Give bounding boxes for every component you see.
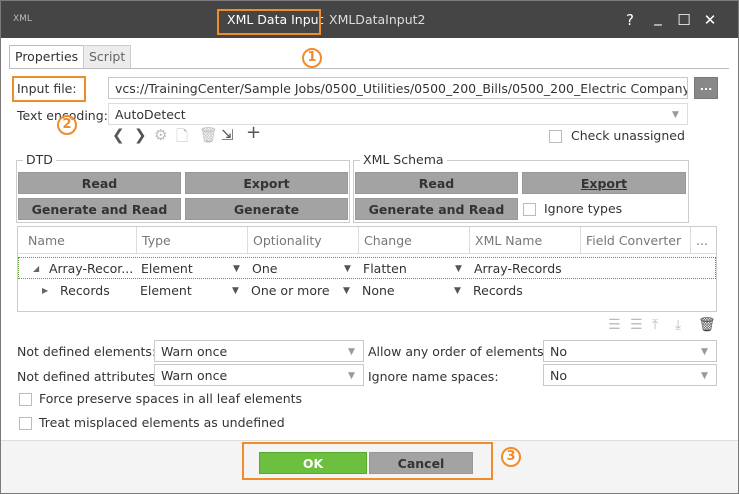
chevron-down-icon: ▼ — [348, 347, 355, 357]
table-row[interactable]: ◢ Array-Recor... Element ▼ One ▼ Flatten… — [18, 257, 716, 279]
not-defined-attributes-label: Not defined attributes: — [17, 369, 160, 384]
ignore-types-label: Ignore types — [544, 201, 623, 216]
move-down-icon[interactable]: ⤓ — [675, 317, 681, 333]
col-field-converter[interactable]: Field Converter — [586, 233, 681, 248]
col-optionality[interactable]: Optionality — [253, 233, 322, 248]
row-optionality: One — [252, 261, 278, 276]
tab-script[interactable]: Script — [83, 45, 132, 69]
chevron-down-icon: ▼ — [672, 110, 679, 120]
structure-grid[interactable]: Name Type Optionality Change XML Name Fi… — [17, 226, 717, 312]
chevron-down-icon: ▼ — [701, 347, 708, 357]
title-bar[interactable]: XML XML Data Input XMLDataInput2 ? _ ☐ ✕ — [1, 1, 738, 38]
schema-generate-and-read-button[interactable]: Generate and Read — [355, 198, 518, 220]
chevron-down-icon[interactable]: ▼ — [454, 286, 461, 296]
window-subtitle: XMLDataInput2 — [329, 12, 426, 27]
minimize-button[interactable]: _ — [647, 9, 669, 31]
xml-schema-title: XML Schema — [360, 152, 447, 167]
row-type: Element — [141, 261, 193, 276]
dtd-export-button[interactable]: Export — [185, 172, 348, 194]
row-xml-name: Records — [473, 283, 523, 298]
tab-divider — [9, 68, 729, 69]
settings-icon[interactable]: ⚙ — [154, 126, 167, 144]
document-icon[interactable]: 🗋 — [176, 126, 188, 151]
xml-data-input-dialog: XML XML Data Input XMLDataInput2 ? _ ☐ ✕… — [0, 0, 739, 494]
forward-icon[interactable]: ❯ — [134, 126, 147, 144]
move-up-icon[interactable]: ⤒ — [652, 317, 658, 333]
row-name: Records — [60, 283, 110, 298]
align-right-icon[interactable]: ☰ — [630, 317, 643, 333]
row-change: Flatten — [363, 261, 407, 276]
import-icon[interactable]: ⇲ — [221, 126, 234, 144]
text-encoding-select[interactable]: AutoDetect — [108, 103, 688, 125]
not-defined-attributes-select[interactable]: Warn once — [154, 364, 364, 386]
check-unassigned-checkbox[interactable] — [549, 130, 562, 143]
chevron-down-icon[interactable]: ▼ — [233, 264, 240, 274]
align-left-icon[interactable]: ☰ — [608, 317, 621, 333]
ignore-ns-label: Ignore name spaces: — [368, 369, 499, 384]
callout-1: 1 — [302, 48, 322, 68]
treat-misplaced-checkbox[interactable] — [19, 417, 32, 430]
chevron-down-icon[interactable]: ▼ — [232, 286, 239, 296]
title-highlight — [217, 9, 321, 35]
ignore-ns-select[interactable]: No — [543, 364, 717, 386]
col-type[interactable]: Type — [142, 233, 171, 248]
chevron-down-icon: ▼ — [348, 371, 355, 381]
col-change[interactable]: Change — [364, 233, 412, 248]
grid-header: Name Type Optionality Change XML Name Fi… — [18, 227, 716, 254]
dtd-generate-and-read-button[interactable]: Generate and Read — [18, 198, 181, 220]
row-name: Array-Recor... — [49, 261, 134, 276]
buttons-highlight — [242, 442, 493, 480]
expander-icon[interactable]: ▶ — [42, 286, 48, 295]
table-row[interactable]: ▶ Records Element ▼ One or more ▼ None ▼… — [18, 280, 716, 302]
close-button[interactable]: ✕ — [699, 9, 721, 31]
not-defined-elements-select[interactable]: Warn once — [154, 340, 364, 362]
dtd-read-button[interactable]: Read — [18, 172, 181, 194]
any-order-select[interactable]: No — [543, 340, 717, 362]
col-name[interactable]: Name — [28, 233, 65, 248]
any-order-label: Allow any order of elements: — [368, 344, 548, 359]
maximize-button[interactable]: ☐ — [673, 9, 695, 31]
delete-icon[interactable]: 🗑 — [698, 317, 716, 333]
check-unassigned-label: Check unassigned — [571, 128, 685, 143]
callout-3: 3 — [501, 447, 521, 467]
not-defined-elements-label: Not defined elements: — [17, 344, 157, 359]
callout-2: 2 — [57, 115, 77, 135]
add-icon[interactable]: + — [246, 122, 261, 143]
chevron-down-icon[interactable]: ▼ — [344, 264, 351, 274]
help-button[interactable]: ? — [619, 9, 641, 31]
schema-read-button[interactable]: Read — [355, 172, 518, 194]
row-optionality: One or more — [251, 283, 330, 298]
force-preserve-label: Force preserve spaces in all leaf elemen… — [39, 391, 303, 406]
tab-properties[interactable]: Properties — [9, 45, 85, 69]
col-more[interactable]: ... — [696, 233, 708, 248]
col-xml-name[interactable]: XML Name — [475, 233, 542, 248]
row-xml-name: Array-Records — [474, 261, 562, 276]
row-type: Element — [140, 283, 192, 298]
dtd-generate-button[interactable]: Generate — [185, 198, 348, 220]
input-file-highlight — [12, 76, 86, 102]
treat-misplaced-label: Treat misplaced elements as undefined — [39, 415, 285, 430]
schema-export-button[interactable]: Export — [522, 172, 686, 194]
row-change: None — [362, 283, 395, 298]
chevron-down-icon[interactable]: ▼ — [455, 264, 462, 274]
delete-icon[interactable]: 🗑 — [199, 126, 218, 144]
chevron-down-icon[interactable]: ▼ — [343, 286, 350, 296]
browse-button[interactable]: ... — [694, 77, 718, 99]
force-preserve-checkbox[interactable] — [19, 393, 32, 406]
chevron-down-icon: ▼ — [701, 371, 708, 381]
expander-icon[interactable]: ◢ — [33, 264, 39, 273]
app-label: XML — [13, 14, 32, 24]
back-icon[interactable]: ❮ — [112, 126, 125, 144]
input-file-field[interactable]: vcs://TrainingCenter/Sample Jobs/0500_Ut… — [108, 77, 688, 99]
ignore-types-checkbox[interactable] — [523, 203, 536, 216]
dtd-title: DTD — [23, 152, 56, 167]
